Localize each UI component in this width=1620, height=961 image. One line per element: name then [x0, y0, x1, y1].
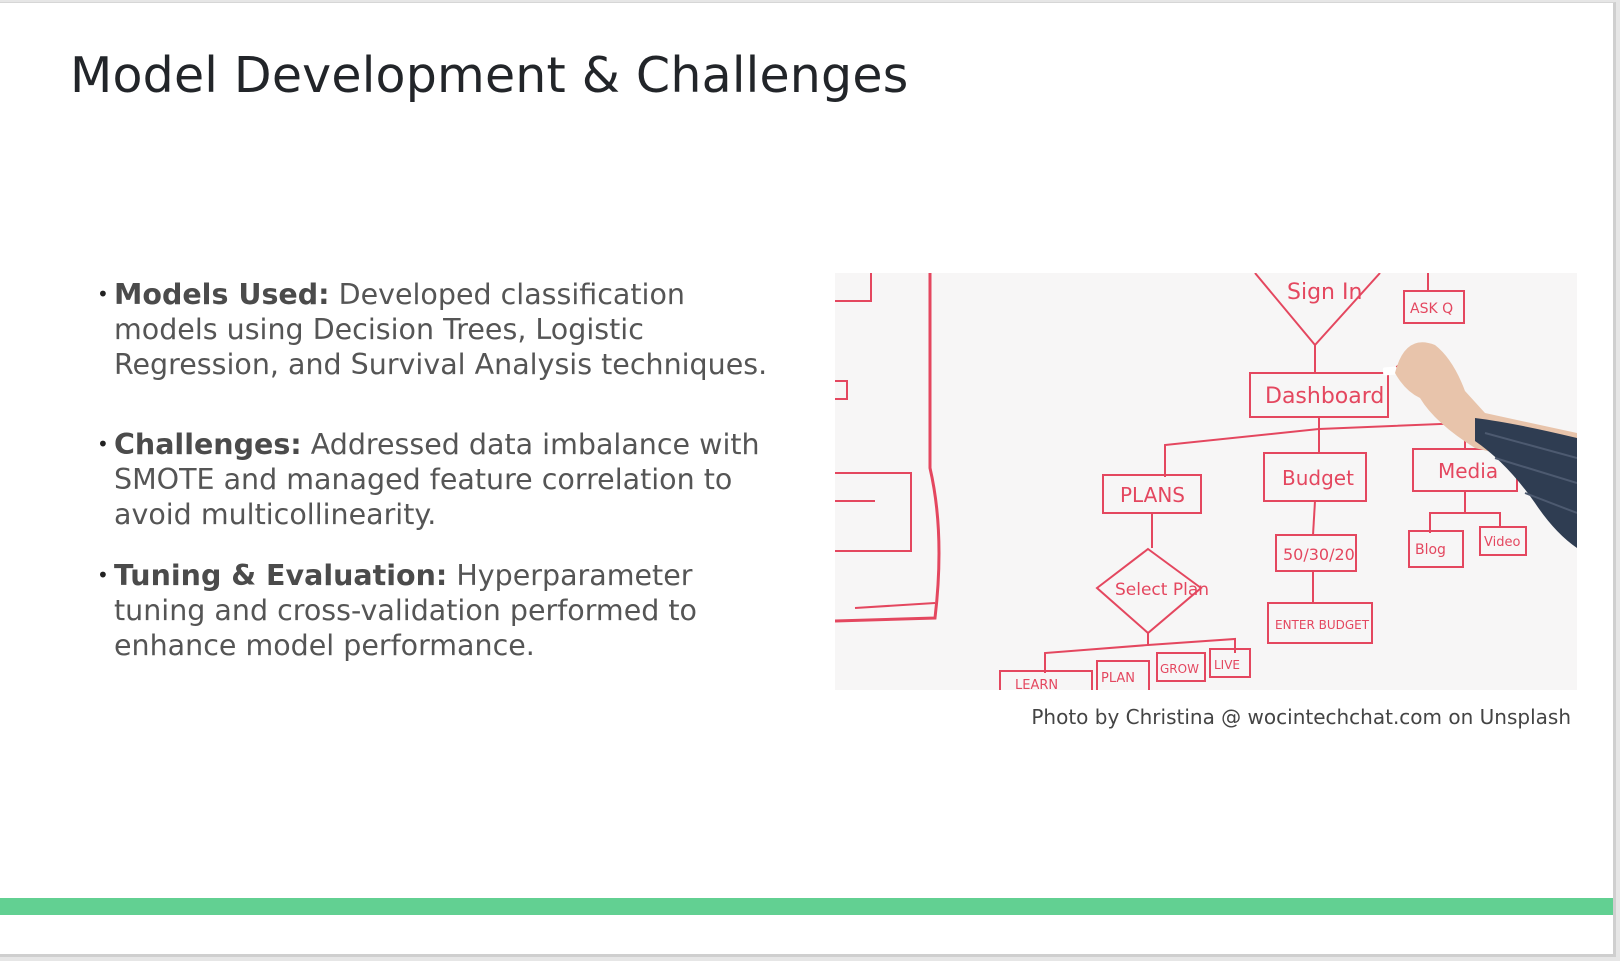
accent-band	[0, 898, 1613, 915]
bullet-lead: Tuning & Evaluation:	[114, 559, 448, 592]
wb-label: Dashboard	[1265, 384, 1384, 409]
whiteboard-photo: Sign In ASK Q Dashboard PLANS Budget Med…	[835, 273, 1577, 690]
wb-label: GROW	[1160, 662, 1199, 676]
bullet-lead: Models Used:	[114, 278, 330, 311]
bullet-list: • Models Used: Developed classification m…	[97, 277, 777, 663]
wb-label: PLANS	[1120, 483, 1185, 507]
bullet-icon: •	[97, 432, 109, 456]
photo-caption: Photo by Christina @ wocintechchat.com o…	[1031, 705, 1571, 729]
wb-label: Budget	[1282, 466, 1354, 490]
wb-label: 50/30/20	[1283, 545, 1355, 564]
wb-label: LIVE	[1214, 658, 1240, 672]
wb-label: ENTER BUDGET	[1275, 618, 1370, 632]
wb-label: LEARN	[1015, 678, 1058, 690]
bullet-lead: Challenges:	[114, 428, 302, 461]
wb-label: Blog	[1415, 542, 1446, 558]
bullet-item: • Tuning & Evaluation: Hyperparameter tun…	[97, 558, 777, 663]
slide-title: Model Development & Challenges	[70, 47, 909, 104]
wb-label: PLAN	[1101, 671, 1135, 686]
wb-label: ASK Q	[1410, 301, 1453, 317]
bullet-item: • Models Used: Developed classification m…	[97, 277, 777, 382]
slide: Model Development & Challenges • Models U…	[0, 2, 1616, 957]
bullet-item: • Challenges: Addressed data imbalance wi…	[97, 427, 777, 532]
bullet-icon: •	[97, 563, 109, 587]
wb-label: Sign In	[1287, 280, 1362, 305]
wb-label: Select Plan	[1115, 580, 1209, 600]
wb-label: Media	[1438, 459, 1498, 483]
wb-label: Video	[1484, 535, 1520, 550]
bullet-icon: •	[97, 282, 109, 306]
